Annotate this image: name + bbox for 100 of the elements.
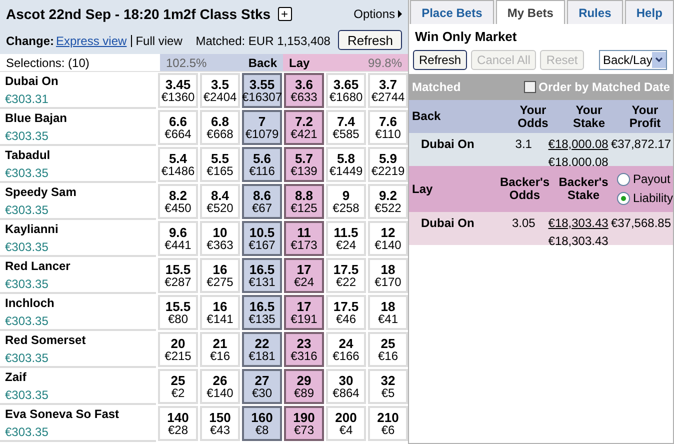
radio-option[interactable]: Payout (616, 173, 673, 186)
price-cell[interactable]: 8.6 €67 (242, 184, 282, 219)
price-cell[interactable]: 18 €170 (368, 258, 408, 293)
price-cell[interactable]: 9.2 €522 (368, 184, 408, 219)
price-cell[interactable]: 12 €140 (368, 221, 408, 256)
price-cell[interactable]: 30 €864 (326, 369, 366, 404)
price-cell[interactable]: 18 €41 (368, 295, 408, 330)
price-cell[interactable]: 3.45 €1360 (158, 73, 198, 108)
price-cell[interactable]: 20 €215 (158, 332, 198, 367)
lay-header: Lay 99.8% (283, 54, 408, 71)
price-cell[interactable]: 27 €30 (242, 369, 282, 404)
view-dropdown[interactable]: Back/Lay (599, 50, 667, 70)
price-cell[interactable]: 3.6 €633 (284, 73, 324, 108)
price-cell[interactable]: 210 €6 (368, 406, 408, 441)
price-cell[interactable]: 24 €166 (326, 332, 366, 367)
price-cell[interactable]: 9 €258 (326, 184, 366, 219)
column-header: Your Stake (572, 104, 606, 130)
price-cell[interactable]: 140 €28 (158, 406, 198, 441)
price-cell[interactable]: 5.9 €2219 (368, 147, 408, 182)
price-cell[interactable]: 5.4 €1486 (158, 147, 198, 182)
runner-profit: €303.35 (5, 128, 50, 144)
runner-profit: €303.35 (5, 238, 50, 256)
price-cell[interactable]: 11 €173 (284, 221, 324, 256)
radio-option[interactable]: Liability (616, 192, 673, 205)
price-cell[interactable]: 16 €275 (200, 258, 240, 293)
price-cell[interactable]: 15.5 €80 (158, 295, 198, 330)
price-cell[interactable]: 9.6 €441 (158, 221, 198, 256)
price-cell[interactable]: 5.6 €116 (242, 147, 282, 182)
action-button[interactable]: Refresh (413, 50, 468, 70)
price-cell[interactable]: 200 €4 (326, 406, 366, 441)
price-cell[interactable]: 6.6 €664 (158, 110, 198, 145)
view-link[interactable]: Express view (56, 32, 127, 50)
price-cell[interactable]: 15.5 €287 (158, 258, 198, 293)
runner-profit: €303.31 (5, 90, 50, 108)
price-cell[interactable]: 25 €16 (368, 332, 408, 367)
tab[interactable]: Help (624, 0, 674, 24)
column-header: Backer's Odds (498, 176, 551, 202)
price-cell[interactable]: 21 €16 (200, 332, 240, 367)
price-cell[interactable]: 3.7 €2744 (368, 73, 408, 108)
bet-stake: €18,303.43 (548, 215, 608, 232)
price-cell[interactable]: 11.5 €24 (326, 221, 366, 256)
matched-bar: Matched Order by Matched Date (409, 74, 673, 100)
price-cell[interactable]: 5.5 €165 (200, 147, 240, 182)
price-cell[interactable]: 26 €140 (200, 369, 240, 404)
price-cell[interactable]: 7 €1079 (242, 110, 282, 145)
price-cell[interactable]: 5.8 €1449 (326, 147, 366, 182)
bet-profit: €37,872.17 (610, 136, 672, 153)
price-cell[interactable]: 29 €89 (284, 369, 324, 404)
tab[interactable]: My Bets (496, 0, 565, 24)
price-cell[interactable]: 160 €8 (242, 406, 282, 441)
price-cell[interactable]: 17.5 €46 (326, 295, 366, 330)
runner-profit: €303.35 (5, 350, 50, 366)
price-cell[interactable]: 17 €24 (284, 258, 324, 293)
price-cell[interactable]: 7.2 €421 (284, 110, 324, 145)
price-cell[interactable]: 8.4 €520 (200, 184, 240, 219)
price-cell[interactable]: 17.5 €22 (326, 258, 366, 293)
price-cell[interactable]: 23 €316 (284, 332, 324, 367)
price-cell[interactable]: 8.8 €125 (284, 184, 324, 219)
price-cell[interactable]: 3.65 €1680 (326, 73, 366, 108)
refresh-button[interactable]: Refresh (338, 30, 402, 50)
matched-amount: Matched: EUR 1,153,408 (196, 33, 330, 50)
price-cell[interactable]: 16.5 €135 (242, 295, 282, 330)
price-cell[interactable]: 3.5 €2404 (200, 73, 240, 108)
runner-name: Red Somerset (5, 332, 87, 348)
runner-name: Kaylianni (5, 220, 60, 238)
market-title: Ascot 22nd Sep - 18:20 1m2f Class Stks (6, 4, 271, 24)
bet-odds: 3.1 (514, 136, 533, 153)
price-cell[interactable]: 10.5 €167 (242, 221, 282, 256)
tab[interactable]: Place Bets (410, 0, 494, 24)
price-cell[interactable]: 7.4 €585 (326, 110, 366, 145)
bet-runner: Dubai On (420, 136, 476, 153)
column-header: Backer's Stake (558, 176, 610, 202)
market-name: Win Only Market (414, 28, 518, 46)
price-cell[interactable]: 190 €73 (284, 406, 324, 441)
runner-profit: €303.35 (5, 312, 50, 330)
view-link[interactable]: Full view (136, 32, 182, 50)
runner-name: Eva Soneva So Fast (5, 406, 120, 422)
bet-liability: €37,568.85 (610, 215, 672, 232)
price-cell[interactable]: 25 €2 (158, 369, 198, 404)
price-cell[interactable]: 7.6 €110 (368, 110, 408, 145)
price-cell[interactable]: 16 €141 (200, 295, 240, 330)
price-cell[interactable]: 6.8 €668 (200, 110, 240, 145)
expand-button[interactable]: + (278, 7, 292, 21)
tab[interactable]: Rules (567, 0, 623, 24)
runner-name: Tabadul (5, 146, 52, 164)
price-cell[interactable]: 16.5 €131 (242, 258, 282, 293)
options-menu[interactable]: Options (354, 5, 402, 23)
runner-name: Speedy Sam (5, 184, 78, 200)
runner-profit: €303.35 (5, 386, 50, 404)
price-cell[interactable]: 32 €5 (368, 369, 408, 404)
price-cell[interactable]: 150 €43 (200, 406, 240, 441)
price-cell[interactable]: 8.2 €450 (158, 184, 198, 219)
price-cell[interactable]: 10 €363 (200, 221, 240, 256)
price-cell[interactable]: 5.7 €139 (284, 147, 324, 182)
price-cell[interactable]: 17 €191 (284, 295, 324, 330)
runner-name: Dubai On (5, 72, 60, 90)
price-cell[interactable]: 22 €181 (242, 332, 282, 367)
column-header: Your Odds (516, 104, 550, 130)
price-cell[interactable]: 3.55 €16307 (242, 73, 282, 108)
runner-profit: €303.35 (5, 164, 50, 182)
